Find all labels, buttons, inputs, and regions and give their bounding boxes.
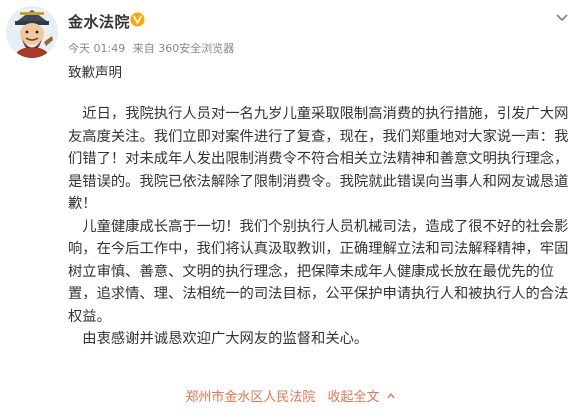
post-paragraph: 由衷感谢并诚恳欢迎广大网友的监督和关心。: [82, 331, 369, 347]
signature: 郑州市金水区人民法院: [185, 390, 316, 405]
collapse-button[interactable]: 收起全文: [328, 390, 395, 405]
collapse-label: 收起全文: [327, 390, 380, 405]
post-meta: 今天 01:49 来自 360安全浏览器: [68, 40, 238, 56]
post-time[interactable]: 今天 01:49: [68, 42, 125, 55]
weibo-post: 金水法院 今天 01:49 来自 360安全浏览器 致歉声明 近日，我院执行人员…: [0, 0, 580, 418]
avatar[interactable]: [6, 6, 58, 58]
post-body: 近日，我院执行人员对一名九岁儿童采取限制高消费的执行措施，引发广大网友高度关注。…: [68, 103, 573, 351]
post-source: 来自 360安全浏览器: [132, 42, 235, 55]
author-name[interactable]: 金水法院: [68, 11, 130, 32]
post-title: 致歉声明: [68, 65, 122, 81]
post-paragraph: 儿童健康成长高于一切！我们个别执行人员机械司法，造成了很不好的社会影响，在今后工…: [68, 218, 569, 325]
cartoon-judge-avatar-icon: [6, 6, 58, 58]
post-footer: 郑州市金水区人民法院 收起全文: [0, 386, 580, 405]
chevron-down-icon[interactable]: [556, 14, 568, 22]
post-paragraph: 近日，我院执行人员对一名九岁儿童采取限制高消费的执行措施，引发广大网友高度关注。…: [68, 106, 569, 212]
collapse-up-icon: [387, 392, 395, 399]
verified-v-icon: [130, 12, 145, 27]
